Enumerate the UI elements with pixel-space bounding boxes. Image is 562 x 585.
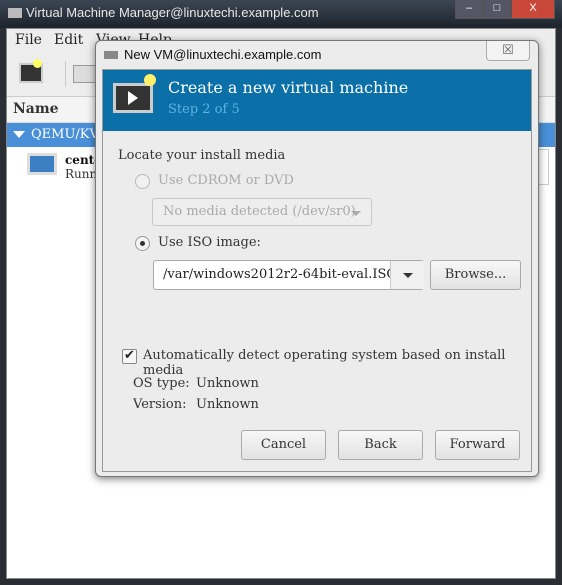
dialog-title: New VM@linuxtechi.example.com [124,47,322,62]
dialog-content: Create a new virtual machine Step 2 of 5… [102,69,532,472]
main-window-title: Virtual Machine Manager@linuxtechi.examp… [26,5,319,20]
auto-detect-checkbox[interactable]: ✔ [122,349,137,364]
cdrom-select[interactable]: No media detected (/dev/sr0) [152,198,372,226]
app-icon [104,51,118,59]
open-vm-icon[interactable] [73,65,97,83]
os-type-label: OS type: [133,376,190,391]
app-icon [8,8,22,18]
new-vm-dialog: New VM@linuxtechi.example.com ☒ Create a… [95,40,539,477]
version-label: Version: [133,397,187,412]
main-window-titlebar: Virtual Machine Manager@linuxtechi.examp… [0,0,562,28]
chevron-down-icon [351,211,361,216]
wizard-step: Step 2 of 5 [168,102,240,117]
wizard-title: Create a new virtual machine [168,78,409,97]
auto-detect-label: Automatically detect operating system ba… [143,348,506,378]
dialog-titlebar: New VM@linuxtechi.example.com [96,41,538,69]
new-vm-icon [113,74,156,113]
wizard-header: Create a new virtual machine Step 2 of 5 [103,70,531,131]
expand-arrow-icon[interactable] [13,131,25,138]
iso-label: Use ISO image: [158,235,261,250]
cdrom-label: Use CDROM or DVD [158,173,294,188]
cdrom-select-value: No media detected (/dev/sr0) [163,204,356,219]
section-label: Locate your install media [118,148,286,163]
os-type-value: Unknown [196,376,259,391]
minimize-button[interactable]: – [455,0,483,19]
iso-radio[interactable] [135,236,150,251]
iso-path-input[interactable]: /var/windows2012r2-64bit-eval.ISO [163,267,397,282]
cancel-button[interactable]: Cancel [241,430,326,460]
new-vm-icon[interactable] [19,59,43,83]
vm-monitor-icon [27,153,57,175]
iso-history-dropdown[interactable] [390,261,424,289]
version-value: Unknown [196,397,259,412]
menu-edit[interactable]: Edit [54,32,83,48]
close-button[interactable]: X [511,0,555,19]
dialog-close-button[interactable]: ☒ [486,41,530,61]
browse-button[interactable]: Browse... [430,260,521,290]
forward-button[interactable]: Forward [435,430,520,460]
chevron-down-icon [403,273,413,278]
cdrom-radio[interactable] [135,174,150,189]
back-button[interactable]: Back [338,430,423,460]
menu-file[interactable]: File [15,32,42,48]
toolbar-separator [65,61,66,87]
iso-path-combo: /var/windows2012r2-64bit-eval.ISO [153,260,424,290]
maximize-button[interactable]: □ [483,0,511,19]
